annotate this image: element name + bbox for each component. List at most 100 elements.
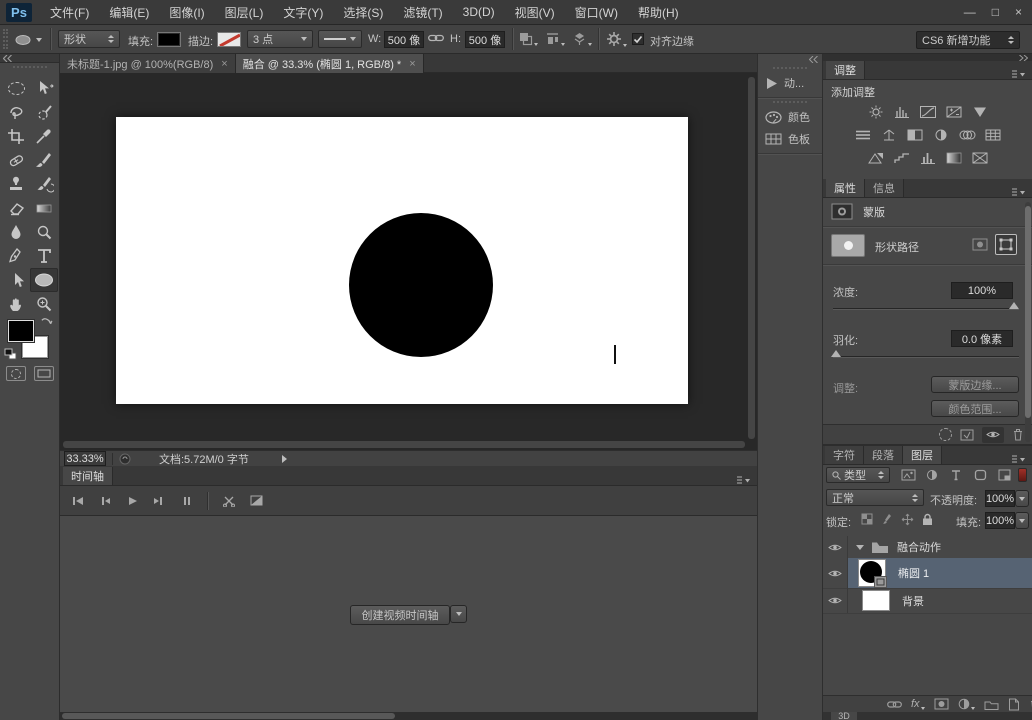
layer-row-background[interactable]: 背景 xyxy=(823,588,1032,614)
document-canvas[interactable] xyxy=(116,117,688,404)
shape-width-input[interactable]: 500 像 xyxy=(384,31,424,48)
path-operations-button[interactable] xyxy=(518,31,538,46)
path-selection-tool[interactable] xyxy=(2,268,30,292)
invert-icon[interactable] xyxy=(864,150,888,166)
menu-file[interactable]: 文件(F) xyxy=(40,0,99,25)
tab-info[interactable]: 信息 xyxy=(865,179,904,197)
history-brush-tool[interactable] xyxy=(30,172,58,196)
zoom-tool[interactable] xyxy=(30,292,58,316)
tab-layers[interactable]: 图层 xyxy=(903,446,942,464)
healing-brush-tool[interactable] xyxy=(2,148,30,172)
load-selection-from-mask-button[interactable] xyxy=(939,428,952,441)
stroke-style-select[interactable] xyxy=(318,30,362,48)
layer-group-row[interactable]: 融合动作 xyxy=(823,536,1032,559)
quick-selection-tool[interactable] xyxy=(30,100,58,124)
eraser-tool[interactable] xyxy=(2,196,30,220)
menu-edit[interactable]: 编辑(E) xyxy=(99,0,159,25)
ellipse-tool[interactable] xyxy=(30,268,58,292)
add-layer-mask-button[interactable] xyxy=(934,698,949,710)
layer-name[interactable]: 椭圆 1 xyxy=(898,565,929,581)
dock-collapse-arrows-icon[interactable] xyxy=(809,56,818,63)
clone-stamp-tool[interactable] xyxy=(2,172,30,196)
actions-panel-button[interactable]: 动... xyxy=(758,72,822,94)
feather-slider[interactable] xyxy=(833,356,1019,358)
screen-mode-button[interactable] xyxy=(34,366,54,381)
menu-type[interactable]: 文字(Y) xyxy=(273,0,333,25)
filter-adjustment-layers-icon[interactable] xyxy=(923,467,941,483)
shape-height-input[interactable]: 500 像 xyxy=(465,31,505,48)
type-tool[interactable] xyxy=(30,244,58,268)
timeline-type-dropdown-button[interactable] xyxy=(450,605,467,623)
new-adjustment-layer-button[interactable] xyxy=(958,698,975,710)
layer-style-button[interactable]: fx xyxy=(911,698,925,710)
default-colors-icon[interactable] xyxy=(4,348,18,361)
new-group-button[interactable] xyxy=(984,699,999,710)
channel-mixer-icon[interactable] xyxy=(955,127,979,143)
tab-properties[interactable]: 属性 xyxy=(826,179,865,197)
align-edges-checkbox[interactable] xyxy=(632,33,644,45)
hue-saturation-icon[interactable] xyxy=(851,127,875,143)
visibility-toggle[interactable] xyxy=(823,536,848,558)
shape-settings-button[interactable] xyxy=(606,31,627,47)
brightness-contrast-icon[interactable] xyxy=(864,104,888,120)
layer-thumbnail[interactable] xyxy=(858,559,886,587)
fill-color-swatch[interactable] xyxy=(157,32,181,47)
panel-menu-icon[interactable] xyxy=(737,476,751,485)
status-options-arrow-icon[interactable] xyxy=(279,454,289,464)
group-expand-arrow-icon[interactable] xyxy=(856,545,864,550)
restore-button[interactable]: □ xyxy=(992,5,999,19)
fill-value-field[interactable]: 100% xyxy=(985,512,1015,529)
hand-tool[interactable] xyxy=(2,292,30,316)
workspace-select[interactable]: CS6 新增功能 xyxy=(916,31,1020,49)
mask-edge-button[interactable]: 蒙版边缘... xyxy=(931,376,1019,393)
tab-paragraph[interactable]: 段落 xyxy=(864,446,903,464)
audio-mute-button[interactable] xyxy=(176,493,196,509)
filter-type-layers-icon[interactable] xyxy=(947,467,965,483)
stroke-width-select[interactable]: 3 点 xyxy=(247,30,313,48)
stroke-color-swatch[interactable] xyxy=(217,32,241,47)
gradient-map-icon[interactable] xyxy=(942,150,966,166)
gradient-tool[interactable] xyxy=(30,196,58,220)
dock-group-grip[interactable] xyxy=(773,101,807,103)
brush-tool[interactable] xyxy=(30,148,58,172)
layer-filtering-toggle[interactable] xyxy=(1018,468,1027,482)
tab-close-icon[interactable]: × xyxy=(221,58,227,70)
tab-timeline[interactable]: 时间轴 xyxy=(63,467,113,485)
create-video-timeline-button[interactable]: 创建视频时间轴 xyxy=(350,605,448,623)
quick-mask-button[interactable] xyxy=(6,366,26,381)
vibrance-icon[interactable] xyxy=(968,104,992,120)
options-grip[interactable] xyxy=(3,29,8,49)
toolbar-grip[interactable] xyxy=(13,66,47,68)
menu-view[interactable]: 视图(V) xyxy=(505,0,565,25)
menu-3d[interactable]: 3D(D) xyxy=(453,0,505,25)
vector-mask-button[interactable] xyxy=(995,234,1017,255)
document-size-info[interactable]: 文档:5.72M/0 字节 xyxy=(159,451,249,467)
threshold-icon[interactable] xyxy=(916,150,940,166)
lock-image-icon[interactable] xyxy=(879,511,895,527)
selective-color-icon[interactable] xyxy=(968,150,992,166)
lock-all-icon[interactable] xyxy=(919,511,935,527)
visibility-toggle[interactable] xyxy=(823,558,848,588)
layer-row-ellipse[interactable]: 椭圆 1 xyxy=(823,558,1032,589)
add-pixel-mask-button[interactable] xyxy=(969,234,991,255)
menu-select[interactable]: 选择(S) xyxy=(333,0,393,25)
menu-help[interactable]: 帮助(H) xyxy=(628,0,689,25)
lasso-tool[interactable] xyxy=(2,100,30,124)
group-name[interactable]: 融合动作 xyxy=(897,539,941,555)
marquee-tool[interactable] xyxy=(2,76,30,100)
link-dimensions-icon[interactable] xyxy=(428,33,444,43)
layer-filter-type-select[interactable]: 类型 xyxy=(826,467,890,483)
move-tool[interactable] xyxy=(30,76,58,100)
close-button[interactable]: × xyxy=(1015,5,1022,19)
density-slider[interactable] xyxy=(833,308,1019,310)
lock-transparency-icon[interactable] xyxy=(859,511,875,527)
panel-menu-icon[interactable] xyxy=(1012,188,1026,197)
color-range-button[interactable]: 颜色范围... xyxy=(931,400,1019,417)
color-balance-icon[interactable] xyxy=(877,127,901,143)
opacity-value-field[interactable]: 100% xyxy=(985,490,1015,507)
curves-icon[interactable] xyxy=(916,104,940,120)
density-slider-thumb[interactable] xyxy=(1009,302,1019,309)
filter-smart-objects-icon[interactable] xyxy=(995,467,1013,483)
menu-image[interactable]: 图像(I) xyxy=(159,0,214,25)
menu-layer[interactable]: 图层(L) xyxy=(215,0,274,25)
